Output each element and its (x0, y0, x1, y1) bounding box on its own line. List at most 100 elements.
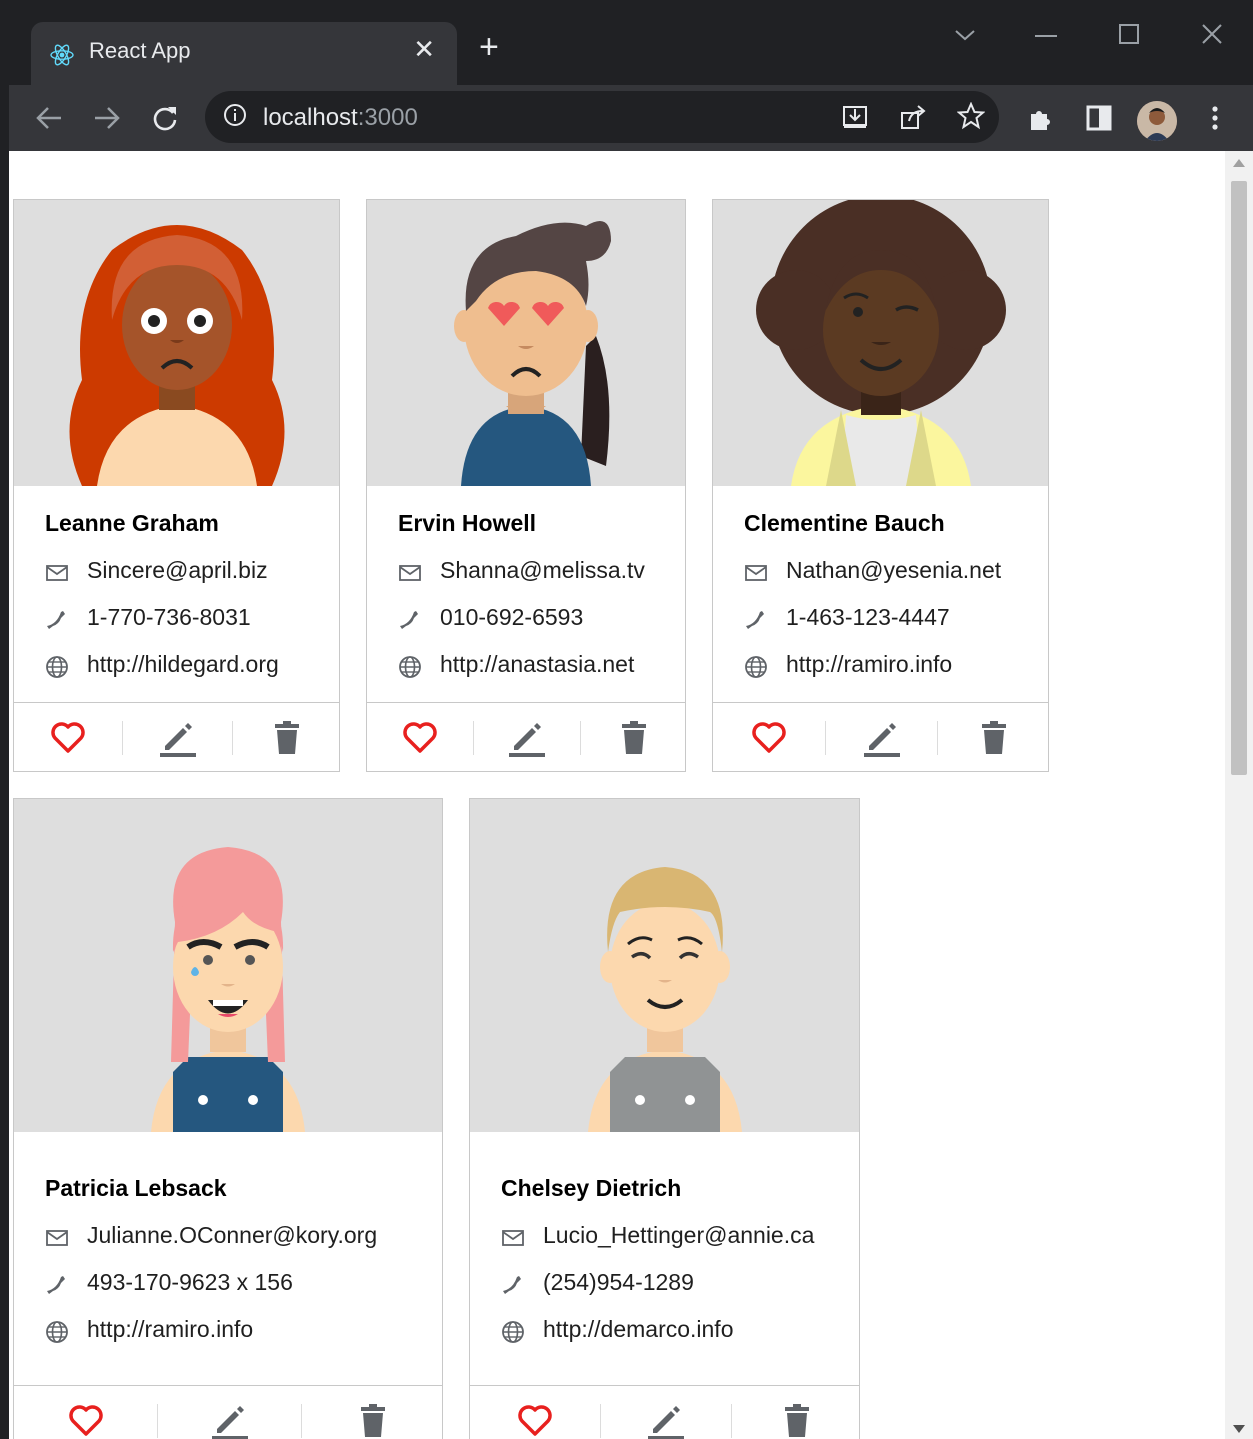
browser-window: React App ✕ + localhost:3000 Leanne Grah… (9, 6, 1253, 1439)
globe-icon (502, 1321, 524, 1343)
avatar-image (713, 200, 1048, 486)
url-host: localhost (263, 104, 358, 131)
card-actions (14, 702, 339, 771)
globe-icon (745, 656, 767, 678)
address-bar[interactable]: localhost:3000 (205, 91, 999, 143)
phone-icon (47, 611, 65, 629)
avatar-woman-red-hair-icon (69, 225, 284, 486)
tab-strip: React App ✕ + (9, 6, 1253, 85)
pencil-icon (211, 1406, 248, 1439)
edit-button[interactable] (826, 703, 937, 771)
user-website: http://hildegard.org (87, 651, 279, 677)
tab-search-chevron-icon[interactable] (954, 28, 976, 42)
globe-icon (399, 656, 421, 678)
like-button[interactable] (713, 703, 825, 771)
delete-button[interactable] (581, 703, 685, 771)
phone-icon (47, 1276, 65, 1294)
user-website: http://ramiro.info (786, 651, 953, 677)
bookmark-star-icon[interactable] (957, 102, 985, 130)
user-card: Ervin Howell Shanna@melissa.tv 010-692-6… (366, 199, 686, 772)
avatar-man-blond-icon (587, 867, 742, 1132)
profile-photo-icon (1137, 101, 1177, 141)
user-name: Patricia Lebsack (45, 1175, 227, 1201)
new-tab-button[interactable]: + (479, 30, 499, 64)
delete-button[interactable] (233, 703, 339, 771)
avatar-image (14, 200, 339, 486)
trash-icon (622, 721, 646, 754)
pencil-icon (509, 723, 545, 757)
user-name: Ervin Howell (398, 510, 537, 536)
trash-icon (361, 1404, 385, 1437)
phone-icon (400, 611, 418, 629)
mail-icon (46, 565, 68, 581)
edit-button[interactable] (474, 703, 580, 771)
edit-button[interactable] (123, 703, 232, 771)
like-button[interactable] (14, 703, 122, 771)
scroll-up-arrow-icon[interactable] (1233, 159, 1245, 167)
trash-icon (982, 721, 1006, 754)
pencil-icon (863, 723, 900, 757)
react-logo-icon (50, 44, 74, 66)
user-email: Nathan@yesenia.net (786, 557, 1002, 583)
user-phone: (254)954-1289 (543, 1269, 694, 1295)
heart-icon (51, 722, 85, 753)
pencil-icon (159, 723, 196, 757)
delete-button[interactable] (938, 703, 1048, 771)
user-card: Leanne Graham Sincere@april.biz 1-770-73… (13, 199, 340, 772)
heart-icon (68, 1405, 103, 1436)
phone-icon (746, 611, 764, 629)
user-phone: 493-170-9623 x 156 (87, 1269, 293, 1295)
heart-icon (518, 1405, 552, 1436)
back-icon[interactable] (35, 105, 63, 131)
like-button[interactable] (470, 1386, 600, 1439)
pencil-icon (648, 1406, 684, 1439)
url-text: localhost:3000 (263, 104, 418, 132)
avatar-image (470, 799, 859, 1132)
reload-icon[interactable] (151, 104, 179, 132)
share-icon[interactable] (899, 103, 927, 131)
minimize-icon[interactable] (1035, 34, 1057, 38)
user-phone: 1-770-736-8031 (87, 604, 251, 630)
more-menu-icon[interactable] (1201, 104, 1229, 132)
maximize-icon[interactable] (1119, 24, 1139, 44)
site-info-icon[interactable] (223, 103, 247, 127)
user-card: Patricia Lebsack Julianne.OConner@kory.o… (13, 798, 443, 1439)
extensions-puzzle-icon[interactable] (1027, 104, 1055, 132)
user-email: Shanna@melissa.tv (440, 557, 645, 583)
trash-icon (275, 721, 299, 754)
like-button[interactable] (367, 703, 473, 771)
heart-icon (752, 722, 786, 753)
avatar-image (14, 799, 442, 1132)
delete-button[interactable] (732, 1386, 859, 1439)
side-panel-icon[interactable] (1085, 104, 1113, 132)
phone-icon (503, 1276, 521, 1294)
page-viewport: Leanne Graham Sincere@april.biz 1-770-73… (9, 151, 1253, 1439)
edit-button[interactable] (601, 1386, 731, 1439)
user-phone: 010-692-6593 (440, 604, 584, 630)
user-website: http://ramiro.info (87, 1316, 254, 1342)
user-email: Sincere@april.biz (87, 557, 268, 583)
close-window-icon[interactable] (1201, 23, 1223, 45)
scrollbar-thumb[interactable] (1231, 181, 1247, 775)
browser-toolbar: localhost:3000 (9, 85, 1253, 151)
user-name: Leanne Graham (45, 510, 219, 536)
vertical-scrollbar[interactable] (1225, 151, 1253, 1439)
user-card: Chelsey Dietrich Lucio_Hettinger@annie.c… (469, 798, 860, 1439)
trash-icon (784, 1404, 809, 1437)
forward-icon[interactable] (93, 105, 121, 131)
profile-avatar[interactable] (1137, 101, 1177, 141)
scroll-down-arrow-icon[interactable] (1233, 1425, 1245, 1433)
tab-close-icon[interactable]: ✕ (413, 36, 435, 62)
user-website: http://anastasia.net (440, 651, 635, 677)
avatar-woman-pink-hair-icon (151, 847, 305, 1132)
like-button[interactable] (14, 1386, 157, 1439)
edit-button[interactable] (158, 1386, 301, 1439)
install-app-icon[interactable] (841, 103, 869, 131)
user-card: Clementine Bauch Nathan@yesenia.net 1-46… (712, 199, 1049, 772)
mail-icon (399, 565, 421, 581)
user-name: Chelsey Dietrich (501, 1175, 682, 1201)
delete-button[interactable] (302, 1386, 442, 1439)
tab-react-app[interactable]: React App ✕ (31, 22, 457, 85)
user-email: Julianne.OConner@kory.org (87, 1222, 378, 1248)
card-actions (713, 702, 1048, 771)
